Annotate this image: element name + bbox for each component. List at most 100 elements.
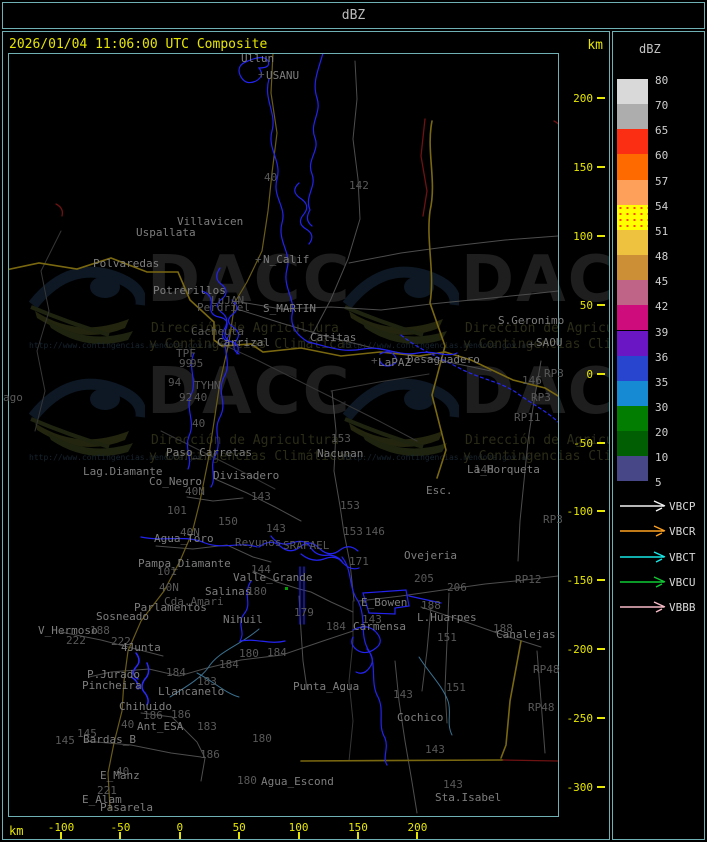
map-label: Canalejas [496,628,556,641]
scale-swatch-51 [617,229,648,256]
scale-swatch-20 [617,431,648,457]
vbcp-arrow-icon [620,500,666,512]
map-label: ago [3,391,23,404]
scale-label: 51 [655,224,669,238]
radar-panel: http://www.contingencias.mendoza.gov.ar … [2,31,610,840]
map-label: 143 [393,688,413,701]
vbcr-arrow-icon [620,525,666,537]
vbbb-arrow-icon [620,601,666,613]
map-label: Reyunos [235,536,282,549]
right-axis-tick [597,648,605,651]
map-label: RP12 [515,573,542,586]
right-axis-tick [597,717,605,720]
right-axis-tick [597,510,605,513]
scale-swatch-35 [617,380,648,406]
vbcu-arrow-icon [620,576,666,588]
bottom-axis-label: -100 [47,821,75,834]
vector-label-vbct: VBCT [669,550,696,564]
map-label: Carrizal [217,336,270,349]
map-label: E_Manz [100,769,140,782]
scale-label-min: 5 [655,476,662,490]
scale-swatch-42 [617,305,648,331]
map-label: 143 [266,522,286,535]
scale-swatch-36 [617,355,648,381]
scale-swatch-54 [617,204,648,230]
right-axis-label: -50 [573,436,593,450]
map-label: 180 [252,732,272,745]
map-label: Perdriel [197,301,250,314]
map-label: + [258,68,265,81]
map-label: 183 [197,720,217,733]
bottom-axis-label: 0 [176,821,184,834]
map-label: 151 [437,631,457,644]
right-axis-label: -200 [566,643,594,657]
map-label: RP48 [533,663,560,676]
scale-swatch-70 [617,104,648,130]
scale-label: 57 [655,174,669,188]
map-label: N_Calif [263,253,310,266]
map-label: RP11 [514,411,541,424]
map-label: Ant_ESA [137,720,184,733]
map-label: La_Horqueta [467,463,540,476]
map-label: 150 [218,515,238,528]
map-label: 186 [171,708,191,721]
map-label: 142 [349,179,369,192]
map-label: 153 [343,525,363,538]
map-label: 206 [447,581,467,594]
map-label: 153 [340,499,360,512]
map-label: Pampa_Diamante [138,557,231,570]
map-label: 40 [121,718,135,731]
scale-label: 10 [655,451,669,465]
map-label: Paso_Carretas [166,446,253,459]
map-label: RP48 [528,701,555,714]
scale-label: 60 [655,149,669,163]
map-label: Pasarela [100,801,153,814]
map-label: 143 [443,778,463,791]
map-label: Punta_Agua [293,680,360,693]
scale-swatch-80 [617,79,648,105]
map-label: 40 [192,417,206,430]
title-bar: dBZ [2,2,705,29]
map-label: 4Junta [121,641,161,654]
map-label: Desaguadero [407,353,480,366]
map-label: Nihuil [223,613,263,626]
bottom-axis-label: 50 [232,821,246,834]
right-axis-label: 0 [586,367,593,381]
map-label: Valle_Grande [233,571,313,584]
map-label: 94 [168,376,182,389]
right-axis-label: 50 [579,298,593,312]
map-label: 205 [414,572,434,585]
map-label: 40 [264,171,278,184]
right-axis-tick [597,372,605,375]
map-label: + [528,338,535,351]
map-label: 188 [90,624,110,637]
map-label: 184 [267,646,287,659]
legend-panel: dBZ 80 70 65 60 57 54 51 48 45 42 39 36 35 30 20 10 5 VB… [612,31,705,840]
scale-label: 30 [655,400,669,414]
map-label: + [371,354,378,367]
right-axis-label: -100 [566,505,594,519]
radar-map-canvas[interactable] [2,31,610,840]
map-label: 92 [179,391,193,404]
map-label: 145 [55,734,75,747]
vector-label-vbbb: VBBB [669,601,696,615]
map-label: Agua_Escond [261,775,334,788]
map-label: 186 [200,748,220,761]
scale-label: 39 [655,325,669,339]
vector-label-vbcr: VBCR [669,525,696,539]
map-label: E_Bowen [361,596,408,609]
map-label: TYHN [194,379,221,392]
map-label: RP3 [531,391,551,404]
map-label: 143 [251,490,271,503]
map-label: S.Geronimo [498,314,565,327]
map-label: SRAFAEL [283,539,330,552]
right-axis-label: -250 [566,712,594,726]
right-axis-unit: km [587,38,603,53]
legend-title: dBZ [639,42,661,56]
map-label: Polvaredas [93,257,160,270]
map-label: 146 [522,374,542,387]
map-label: 151 [446,681,466,694]
bottom-axis-label: 150 [348,821,368,834]
scale-swatch-30 [617,405,648,432]
map-label: Esc. [426,484,453,497]
